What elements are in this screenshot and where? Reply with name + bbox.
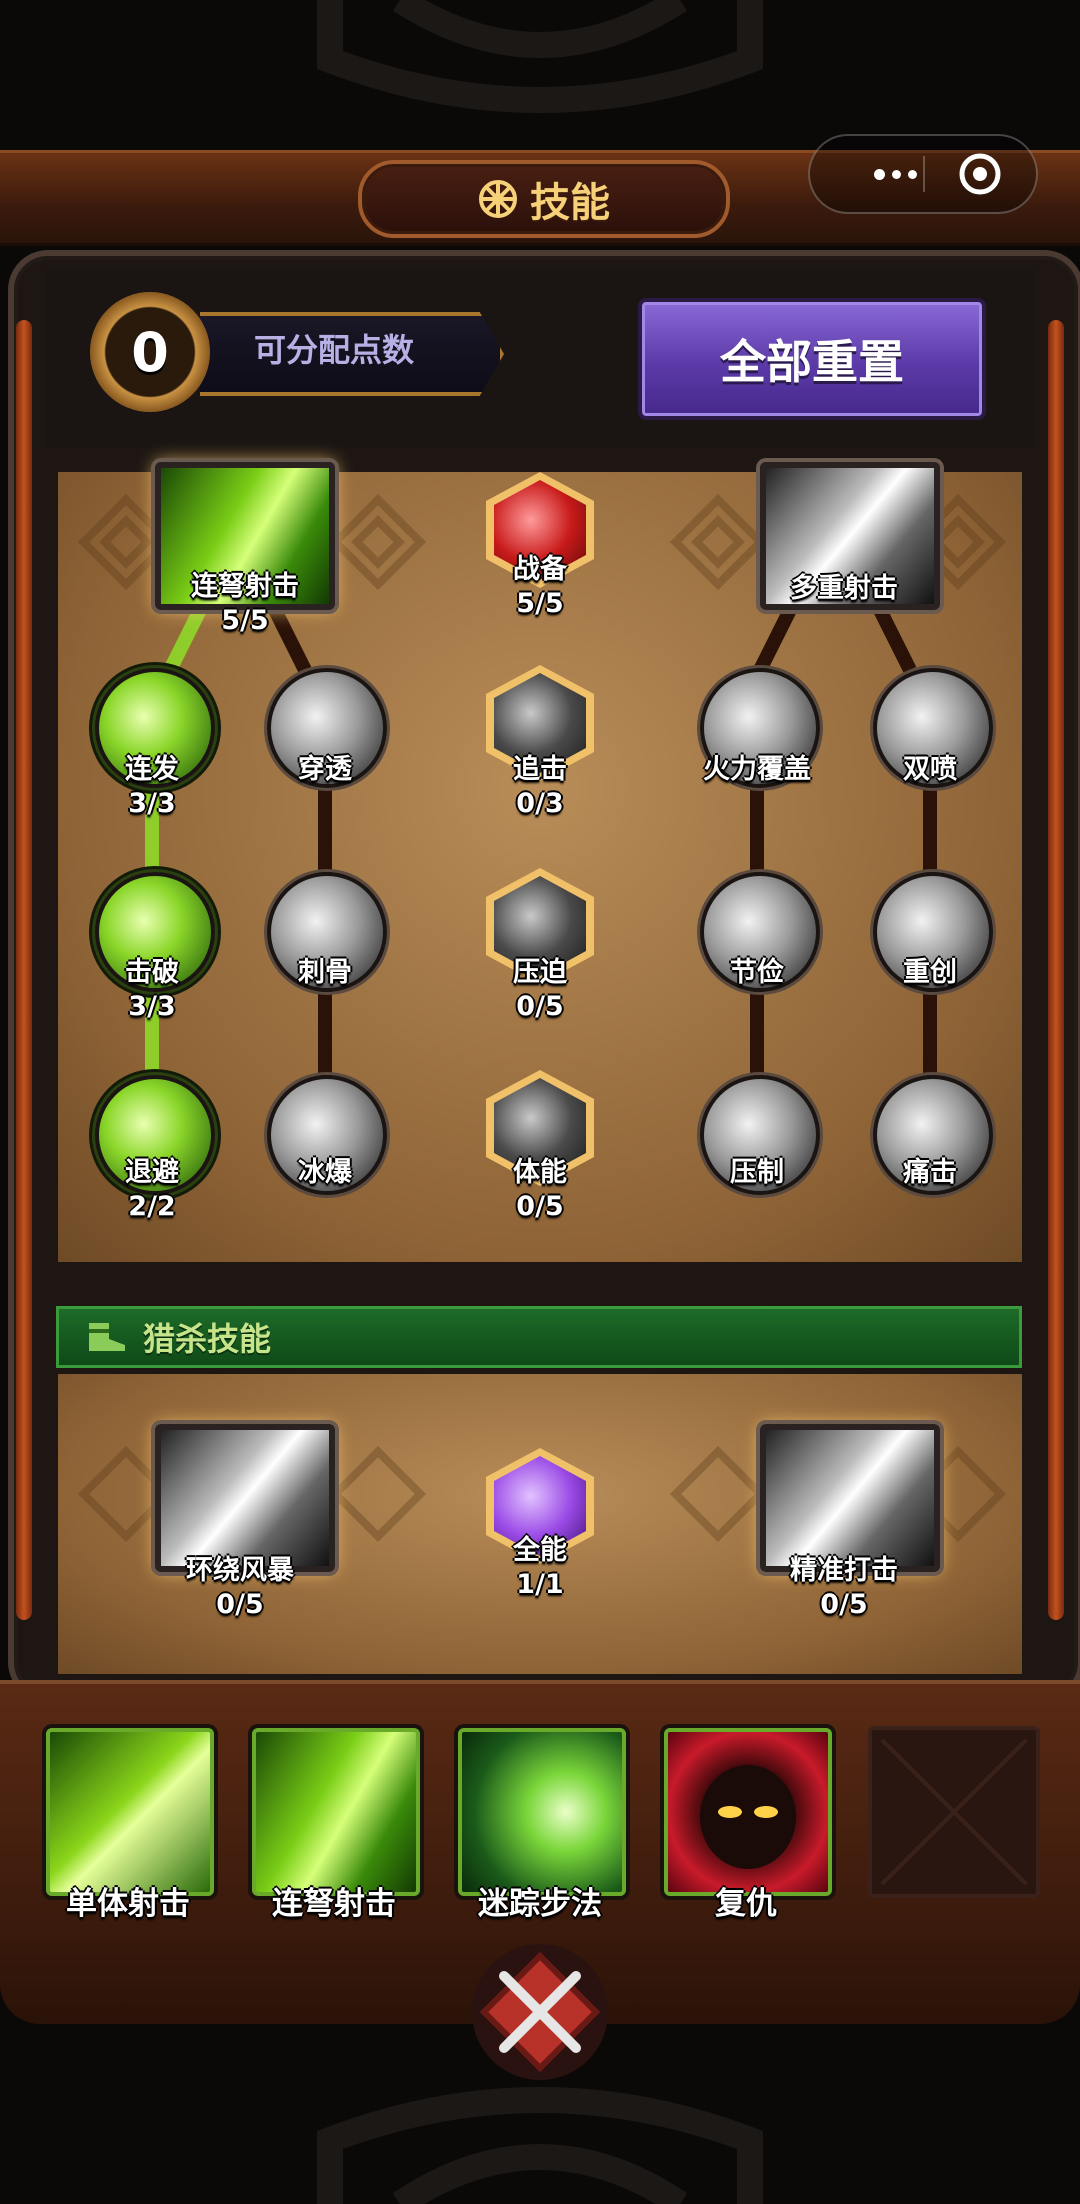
- target-circle-icon[interactable]: [958, 152, 1002, 196]
- crossed-swords-close-icon[interactable]: [470, 1942, 610, 2082]
- equipped-slot-3[interactable]: [458, 1728, 626, 1896]
- points-label: 可分配点数: [254, 331, 415, 369]
- skill-name: 节俭: [730, 957, 784, 988]
- skill-count: 0/5: [516, 1191, 564, 1222]
- more-dots-icon[interactable]: [840, 158, 950, 190]
- skill-count: 0/5: [516, 991, 564, 1022]
- skill-name: 体能: [513, 1157, 567, 1188]
- skill-count: 5/5: [516, 588, 564, 619]
- equipped-slot-2[interactable]: [252, 1728, 420, 1896]
- skill-node-huanrao[interactable]: [155, 1424, 335, 1572]
- skill-count: 1/1: [516, 1569, 564, 1600]
- skill-name: 穿透: [298, 754, 352, 785]
- skill-name: 双喷: [903, 754, 957, 785]
- skill-name: 火力覆盖: [703, 754, 811, 785]
- wheel-icon: [479, 180, 517, 218]
- hunting-skills-title: 猎杀技能: [143, 1320, 272, 1358]
- equipped-slot-1[interactable]: [46, 1728, 214, 1896]
- skill-name: 环绕风暴: [186, 1555, 294, 1586]
- skill-name: 全能: [513, 1535, 567, 1566]
- hunting-skills-header: 猎杀技能: [56, 1306, 1022, 1368]
- equipped-skill-name: 单体射击: [66, 1886, 190, 1922]
- equipped-skill-name: 复仇: [715, 1886, 777, 1922]
- empty-slot-icon: [880, 1738, 1028, 1886]
- skill-count: 2/2: [128, 1191, 176, 1222]
- skill-name: 压迫: [513, 957, 567, 988]
- equipped-skill-name: 迷踪步法: [478, 1886, 602, 1922]
- page-title: 技能: [530, 180, 610, 226]
- title-plate: 技能: [358, 160, 730, 238]
- points-counter: 0: [90, 292, 210, 412]
- skill-count: 3/3: [128, 991, 176, 1022]
- skill-count: 0/5: [820, 1589, 868, 1620]
- hunting-boot-icon: [89, 1323, 125, 1351]
- skill-count: 0/5: [216, 1589, 264, 1620]
- skill-name: 退避: [125, 1157, 179, 1188]
- skill-name: 多重射击: [790, 573, 898, 604]
- miniprogram-capsule: [808, 134, 1038, 214]
- skill-name: 击破: [125, 957, 179, 988]
- reset-all-button[interactable]: 全部重置: [638, 298, 986, 420]
- skill-name: 连发: [125, 754, 179, 785]
- knot-ornament: [329, 493, 427, 591]
- skill-name: 精准打击: [790, 1555, 898, 1586]
- equipped-slot-4[interactable]: [664, 1728, 832, 1896]
- skill-name: 追击: [513, 754, 567, 785]
- skill-node-jingzhun[interactable]: [760, 1424, 940, 1572]
- knot-ornament: [329, 1445, 427, 1543]
- skill-count: 3/3: [128, 788, 176, 819]
- frame-rail-left: [16, 320, 32, 1620]
- equipped-slot-empty[interactable]: [868, 1726, 1040, 1898]
- reset-all-label: 全部重置: [720, 335, 904, 389]
- capsule-divider: [923, 156, 925, 192]
- skill-name: 压制: [730, 1157, 784, 1188]
- skill-name: 连弩射击: [191, 571, 299, 602]
- demon-face-icon: [700, 1765, 796, 1869]
- skill-name: 刺骨: [298, 957, 352, 988]
- points-value: 0: [131, 320, 169, 384]
- frame-rail-right: [1048, 320, 1064, 1620]
- skill-name: 重创: [903, 957, 957, 988]
- skill-count: 5/5: [221, 605, 269, 636]
- skill-name: 冰爆: [298, 1157, 352, 1188]
- equipped-skill-name: 连弩射击: [272, 1886, 396, 1922]
- skill-count: 0/3: [516, 788, 564, 819]
- skill-name: 痛击: [903, 1157, 957, 1188]
- skill-name: 战备: [513, 554, 567, 585]
